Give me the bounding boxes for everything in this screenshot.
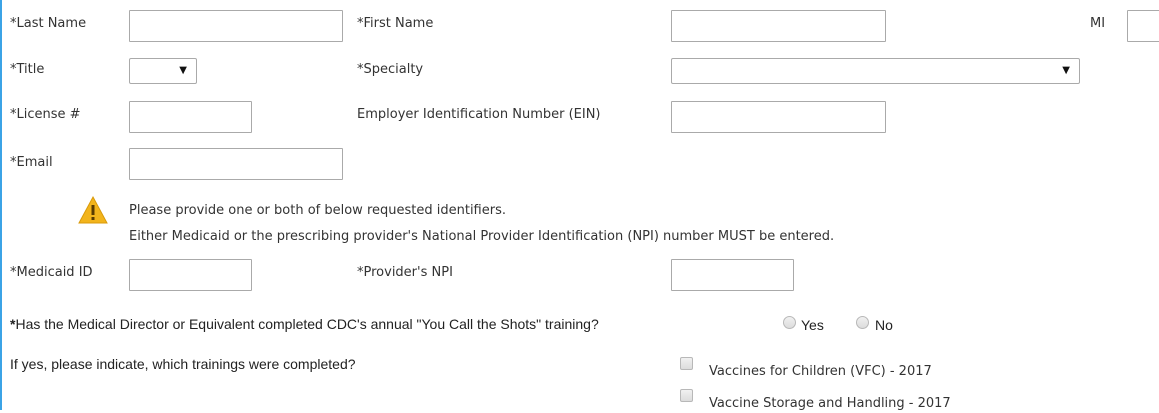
yes-label: Yes xyxy=(801,317,824,333)
ein-input[interactable] xyxy=(671,101,886,133)
email-label: *Email xyxy=(10,155,53,170)
license-label: *License # xyxy=(10,107,81,122)
trainings-question: If yes, please indicate, which trainings… xyxy=(10,356,356,372)
specialty-select[interactable]: ▼ xyxy=(671,58,1080,84)
provider-npi-input[interactable] xyxy=(671,259,794,291)
training-label-storage: Vaccine Storage and Handling - 2017 xyxy=(709,396,951,411)
medicaid-id-label: *Medicaid ID xyxy=(10,265,93,280)
specialty-label: *Specialty xyxy=(357,62,424,77)
notice-line-1: Please provide one or both of below requ… xyxy=(129,203,506,218)
mi-label: MI xyxy=(1090,16,1106,31)
title-label: *Title xyxy=(10,62,45,77)
email-input[interactable] xyxy=(129,148,343,180)
first-name-input[interactable] xyxy=(671,10,886,42)
training-checkbox-vfc[interactable] xyxy=(680,357,693,370)
training-label-vfc: Vaccines for Children (VFC) - 2017 xyxy=(709,364,932,379)
no-label: No xyxy=(875,317,893,333)
last-name-label: *Last Name xyxy=(10,16,87,31)
title-select[interactable]: ▼ xyxy=(129,58,197,84)
training-question-text: Has the Medical Director or Equivalent c… xyxy=(15,316,599,332)
chevron-down-icon: ▼ xyxy=(1062,65,1070,76)
mi-input[interactable] xyxy=(1127,10,1159,42)
left-accent-rule xyxy=(0,0,2,410)
medicaid-id-input[interactable] xyxy=(129,259,252,291)
warning-icon xyxy=(78,195,108,224)
yes-radio[interactable] xyxy=(783,316,796,329)
training-checkbox-storage[interactable] xyxy=(680,389,693,402)
ein-label: Employer Identification Number (EIN) xyxy=(357,107,601,122)
first-name-label: *First Name xyxy=(357,16,434,31)
last-name-input[interactable] xyxy=(129,10,343,42)
chevron-down-icon: ▼ xyxy=(179,65,187,76)
training-question: *Has the Medical Director or Equivalent … xyxy=(10,315,599,333)
provider-npi-label: *Provider's NPI xyxy=(357,265,453,280)
notice-line-2: Either Medicaid or the prescribing provi… xyxy=(129,229,835,244)
no-radio[interactable] xyxy=(856,316,869,329)
license-input[interactable] xyxy=(129,101,252,133)
